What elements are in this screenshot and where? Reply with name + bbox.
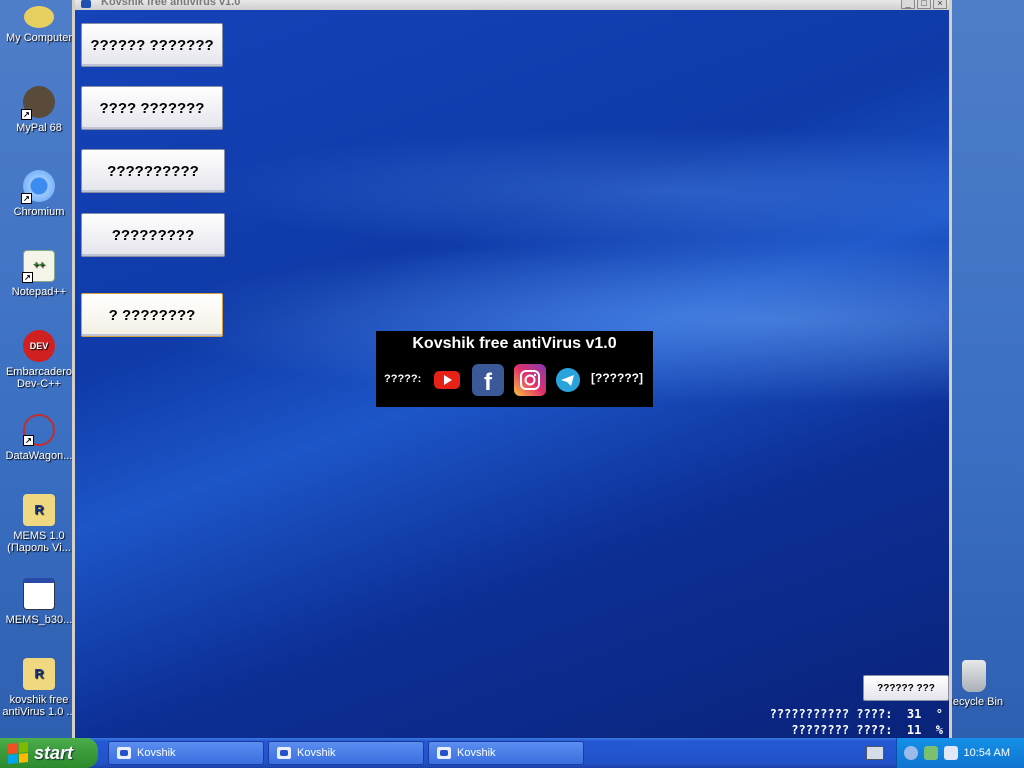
notepad-icon: ++ ↗	[22, 250, 55, 283]
hardware-button[interactable]: ?????? ???	[863, 675, 949, 701]
window-controls: _ □ ×	[901, 0, 947, 9]
shortcut-arrow-icon: ↗	[22, 272, 33, 283]
desktop-icon-datawagon[interactable]: ↗ DataWagon...	[1, 414, 77, 462]
desktop-icon-label: MEMS 1.0 (Пароль Vi...	[7, 530, 71, 554]
folder-r-icon: R	[23, 658, 55, 690]
close-button[interactable]: ×	[933, 0, 947, 9]
minimize-button[interactable]: _	[901, 0, 915, 9]
menu-button-1[interactable]: ?????? ???????	[81, 23, 223, 67]
chromium-icon: ↗	[21, 170, 55, 204]
app-content: ?????? ??????? ???? ??????? ?????????? ?…	[75, 10, 949, 738]
kovshik-tray-icon[interactable]	[943, 746, 958, 760]
facebook-icon[interactable]: f	[472, 364, 504, 396]
devcpp-icon: DEV	[23, 330, 55, 362]
desktop-icon-label: DataWagon...	[5, 450, 73, 462]
desktop-icon-mypal[interactable]: ↗ MyPal 68	[1, 86, 77, 134]
kovshik-icon	[437, 747, 451, 759]
instagram-icon[interactable]	[514, 364, 546, 396]
taskbar-item-label: Kovshik	[457, 747, 496, 759]
desktop-icon-mems[interactable]: R MEMS 1.0 (Пароль Vi...	[1, 494, 77, 554]
desktop-icon-notepadpp[interactable]: ++ ↗ Notepad++	[1, 250, 77, 298]
cpu-load: ???????? ????: 11 %	[791, 723, 943, 737]
window-title: Kovshik free antivirus v1.0	[101, 0, 241, 8]
menu-button-4[interactable]: ?????????	[81, 213, 225, 257]
desktop-icon-label: Embarcadero Dev-C++	[5, 366, 73, 390]
menu-button-3[interactable]: ??????????	[81, 149, 225, 193]
recycle-bin-icon	[962, 660, 986, 692]
menu-button-about[interactable]: ? ????????	[81, 293, 223, 337]
desktop-icon-my-computer[interactable]: My Computer	[1, 6, 77, 44]
cpu-temperature: ??????????? ????: 31 °	[769, 707, 943, 721]
menu-button-2[interactable]: ???? ???????	[81, 86, 223, 130]
keyboard-icon[interactable]	[866, 746, 884, 760]
desktop-icon-devcpp[interactable]: DEV Embarcadero Dev-C++	[1, 330, 77, 390]
system-tray: 10:54 AM	[896, 738, 1024, 768]
raccoon-icon: ↗	[21, 86, 55, 120]
folder-r-icon: R	[23, 494, 55, 526]
shortcut-arrow-icon: ↗	[23, 435, 34, 446]
desktop-icon-label: MyPal 68	[16, 122, 62, 134]
desktop-icon-label: MEMS_b30...	[5, 614, 73, 626]
shortcut-arrow-icon: ↗	[21, 109, 32, 120]
desktop-icon-label: My Computer	[5, 32, 73, 44]
contacts-link[interactable]: [??????]	[591, 371, 643, 385]
banner-title: Kovshik free antiVirus v1.0	[412, 335, 617, 352]
datawagon-icon: ↗	[23, 414, 55, 446]
desktop-icon-chromium[interactable]: ↗ Chromium	[1, 170, 77, 218]
windows-logo-icon	[8, 741, 28, 765]
computer-icon	[24, 6, 54, 28]
window-icon	[23, 578, 55, 610]
desktop-icon-label: Recycle Bin	[944, 696, 1004, 708]
start-label: start	[34, 742, 74, 763]
taskbar-item-label: Kovshik	[137, 747, 176, 759]
youtube-icon[interactable]	[432, 364, 462, 396]
desktop-icon-label: Notepad++	[11, 286, 67, 298]
clock: 10:54 AM	[963, 747, 1010, 759]
taskbar-item-2[interactable]: Kovshik	[268, 741, 424, 765]
shortcut-arrow-icon: ↗	[21, 193, 32, 204]
maximize-button[interactable]: □	[917, 0, 931, 9]
desktop-icon-kovshik[interactable]: R kovshik free antiVirus 1.0 ...	[1, 658, 77, 718]
app-titlebar[interactable]: Kovshik free antivirus v1.0 _ □ ×	[75, 0, 949, 10]
app-window: Kovshik free antivirus v1.0 _ □ × ??????…	[72, 0, 952, 738]
taskbar-item-3[interactable]: Kovshik	[428, 741, 584, 765]
kovshik-icon	[277, 747, 291, 759]
taskbar-item-label: Kovshik	[297, 747, 336, 759]
desktop-icon-label: kovshik free antiVirus 1.0 ...	[2, 694, 76, 718]
desktop-icon-label: Chromium	[13, 206, 65, 218]
network-icon[interactable]	[923, 746, 938, 760]
start-button[interactable]: start	[0, 738, 98, 768]
taskbar-item-1[interactable]: Kovshik	[108, 741, 264, 765]
desktop-icon-mems-b30[interactable]: MEMS_b30...	[1, 578, 77, 626]
about-banner: Kovshik free antiVirus v1.0 ?????: f [??…	[376, 331, 653, 407]
kovshik-icon	[117, 747, 131, 759]
telegram-icon[interactable]	[554, 364, 582, 396]
volume-icon[interactable]	[903, 746, 918, 760]
contacts-label: ?????:	[384, 373, 422, 385]
app-icon	[81, 0, 91, 8]
taskbar: start Kovshik Kovshik Kovshik 10:54 AM	[0, 738, 1024, 768]
